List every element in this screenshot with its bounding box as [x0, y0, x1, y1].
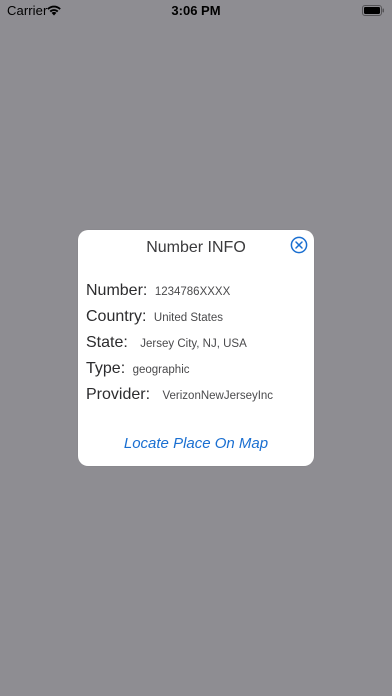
country-label: Country: [86, 308, 147, 325]
provider-row: Provider: VerizonNewJerseyInc [86, 386, 273, 404]
number-row: Number: 1234786XXXX [86, 282, 230, 300]
provider-value: VerizonNewJerseyInc [162, 390, 274, 402]
status-bar: Carrier 3:06 PM [0, 0, 392, 22]
battery-icon [362, 5, 384, 16]
number-value: 1234786XXXX [154, 286, 231, 298]
country-row: Country: United States [86, 308, 223, 326]
number-label: Number: [86, 282, 148, 299]
close-icon[interactable] [290, 236, 308, 254]
number-info-dialog: Number INFO Number: 1234786XXXX Country:… [78, 230, 314, 466]
locate-on-map-button[interactable]: Locate Place On Map [78, 435, 314, 452]
dialog-title: Number INFO [146, 239, 246, 256]
provider-label: Provider: [86, 386, 151, 403]
type-value: geographic [132, 364, 190, 376]
country-value: United States [153, 312, 223, 324]
state-value: Jersey City, NJ, USA [140, 338, 247, 350]
type-row: Type: geographic [86, 360, 190, 378]
type-label: Type: [86, 360, 126, 377]
status-time: 3:06 PM [171, 3, 221, 18]
state-row: State: Jersey City, NJ, USA [86, 334, 247, 352]
state-label: State: [86, 334, 128, 351]
